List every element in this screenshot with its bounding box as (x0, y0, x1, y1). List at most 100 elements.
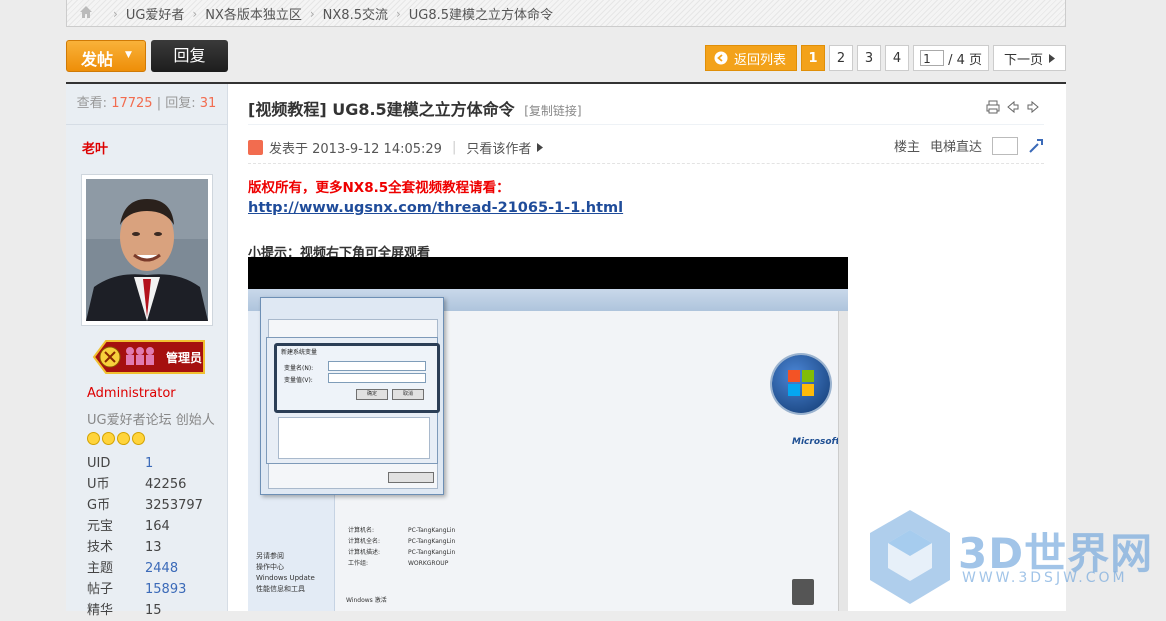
copyright-notice: 版权所有，更多NX8.5全套视频教程请看： (248, 180, 510, 196)
video-frame: 另请参阅 操作中心 Windows Update 性能信息和工具 新建系统变量 … (248, 289, 848, 611)
next-page-button[interactable]: 下一页 (992, 45, 1066, 71)
smile-icon (102, 432, 115, 445)
online-status-icon (248, 140, 263, 155)
post-button[interactable]: 发帖 ▼ (66, 40, 146, 72)
tutorial-link[interactable]: http://www.ugsnx.com/thread-21065-1-1.ht… (248, 200, 1044, 216)
info-value: 13 (145, 540, 162, 555)
post-meta: 发表于 2013-9-12 14:05:29 | 只看该作者 楼主 电梯直达 (248, 124, 1044, 164)
author-title: UG爱好者论坛 创始人 (87, 413, 215, 428)
breadcrumb-item-forum[interactable]: UG爱好者 (126, 4, 185, 23)
info-key: 主题 (87, 561, 114, 576)
info-row-yuanbao: 元宝 164 (87, 516, 217, 537)
reply-button[interactable]: 回复 (151, 40, 228, 72)
video-brand: Microsoft (792, 437, 840, 447)
next-thread-icon[interactable] (1026, 100, 1040, 114)
meta-divider: | (451, 140, 457, 155)
pagination: 返回列表 1 2 3 4 1 / 4 页 下一页 (705, 44, 1066, 72)
info-key: G币 (87, 498, 111, 513)
avatar[interactable] (81, 174, 213, 326)
thread-tools (986, 100, 1040, 114)
thread-title-text: [视频教程] UG8.5建模之立方体命令 (248, 100, 515, 119)
rank-stars (87, 432, 145, 445)
print-icon[interactable] (986, 100, 1000, 114)
video-scrollbar (838, 311, 848, 611)
elevator-go-icon[interactable] (1028, 138, 1044, 154)
info-key: U币 (87, 477, 110, 492)
elevator-label: 电梯直达 (929, 140, 982, 155)
replies-label: 回复: (165, 96, 196, 111)
back-to-list-button[interactable]: 返回列表 (705, 45, 798, 71)
stats-divider: | (156, 96, 162, 111)
admin-badge-text: 管理员 (166, 351, 203, 365)
video-comp-key: 计算机全名: (348, 538, 381, 545)
action-bar: 发帖 ▼ 回复 返回列表 1 2 3 4 1 / 4 页 下一页 (66, 40, 1066, 74)
replies-count: 31 (199, 96, 217, 111)
info-key: 帖子 (87, 582, 114, 597)
page-jump-input[interactable]: 1 (920, 50, 945, 66)
breadcrumb-item-board[interactable]: NX8.5交流 (323, 4, 388, 23)
video-comp-value: PC-TangKangLin (408, 549, 456, 556)
windows-logo-icon (772, 355, 830, 413)
breadcrumb-item-section[interactable]: NX各版本独立区 (205, 4, 302, 23)
info-value: 42256 (145, 477, 187, 492)
smile-icon (132, 432, 145, 445)
cube-logo-icon (870, 510, 950, 604)
smile-icon (87, 432, 100, 445)
fullscreen-icon[interactable] (792, 579, 814, 605)
page-2-button[interactable]: 2 (829, 45, 854, 71)
admin-badge: 管理员 (86, 338, 208, 380)
author-role[interactable]: Administrator (87, 386, 176, 401)
video-player[interactable]: 另请参阅 操作中心 Windows Update 性能信息和工具 新建系统变量 … (248, 257, 848, 611)
author-name[interactable]: 老叶 (82, 138, 108, 157)
video-comp-key: 计算机描述: (348, 549, 381, 556)
video-var-value-label: 变量值(V): (284, 377, 313, 384)
breadcrumb-separator: › (309, 6, 315, 21)
floor-label: 楼主 (893, 140, 920, 155)
page-1-button[interactable]: 1 (801, 45, 826, 71)
home-icon[interactable] (79, 5, 93, 19)
info-row-skill: 技术 13 (87, 537, 217, 558)
page-3-button[interactable]: 3 (857, 45, 882, 71)
info-value[interactable]: 1 (145, 453, 153, 474)
site-watermark: 3D世界网 WWW.3DSJW.COM (866, 508, 1166, 609)
copy-link-button[interactable]: [复制链接] (524, 104, 581, 118)
post-date: 发表于 2013-9-12 14:05:29 (269, 142, 442, 157)
elevator-input[interactable] (992, 136, 1018, 155)
video-side-item: Windows Update (256, 574, 315, 582)
chevron-down-icon[interactable]: ▼ (125, 50, 132, 60)
info-key: 元宝 (87, 519, 114, 534)
video-comp-key: 计算机名: (348, 527, 375, 534)
info-row-topics: 主题 2448 (87, 558, 217, 579)
breadcrumb: › UG爱好者 › NX各版本独立区 › NX8.5交流 › UG8.5建模之立… (66, 0, 1066, 27)
avatar-photo (86, 179, 208, 321)
return-icon (714, 51, 728, 65)
info-row-posts: 帖子 15893 (87, 579, 217, 600)
views-count: 17725 (111, 96, 153, 111)
info-value: 164 (145, 519, 170, 534)
breadcrumb-item-thread[interactable]: UG8.5建模之立方体命令 (409, 4, 553, 23)
info-value[interactable]: 2448 (145, 558, 178, 579)
page-4-button[interactable]: 4 (885, 45, 910, 71)
info-value[interactable]: 15893 (145, 579, 186, 600)
author-sidebar: 查看: 17725 | 回复: 31 老叶 管理员 Administrator … (66, 84, 228, 618)
post-body: 版权所有，更多NX8.5全套视频教程请看： http://www.ugsnx.c… (248, 176, 1044, 261)
video-comp-value: PC-TangKangLin (408, 527, 456, 534)
video-dialog-title: 新建系统变量 (281, 349, 318, 356)
video-ok-button: 确定 (356, 389, 388, 400)
video-comp-key: 工作组: (348, 560, 369, 567)
smile-icon (117, 432, 130, 445)
video-cancel-button: 取消 (392, 389, 424, 400)
info-row-digest: 精华 15 (87, 600, 217, 621)
video-side-item: 另请参阅 (256, 552, 284, 560)
back-to-list-label: 返回列表 (734, 52, 787, 68)
thread-stats: 查看: 17725 | 回复: 31 (66, 84, 227, 125)
info-row-gcoin: G币 3253797 (87, 495, 217, 516)
views-label: 查看: (76, 96, 108, 111)
page-jump: 1 / 4 页 (913, 45, 989, 71)
prev-thread-icon[interactable] (1006, 100, 1020, 114)
only-author-link[interactable]: 只看该作者 (466, 138, 531, 157)
total-pages-label: / 4 页 (948, 52, 982, 68)
breadcrumb-separator: › (192, 6, 198, 21)
post-button-label: 发帖 (81, 50, 114, 69)
thread-title: [视频教程] UG8.5建模之立方体命令 [复制链接] (248, 96, 582, 120)
